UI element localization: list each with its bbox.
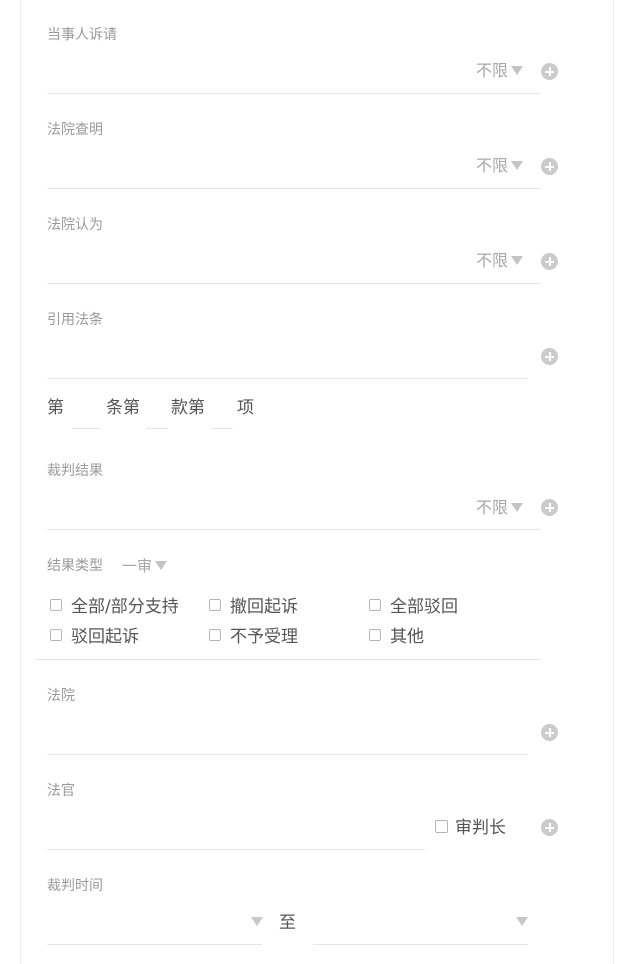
article-number-input[interactable] (72, 428, 100, 429)
trial-level-dropdown[interactable]: 一审 (122, 556, 168, 576)
presiding-judge-checkbox[interactable] (435, 820, 448, 833)
presiding-judge-label: 审判长 (455, 818, 506, 838)
item-number-input[interactable] (211, 428, 233, 429)
start-date-select[interactable] (47, 944, 262, 945)
court-label: 法院 (47, 688, 75, 704)
court-holds-dropdown[interactable]: 不限 (476, 251, 524, 271)
end-date-select[interactable] (313, 944, 528, 945)
option-checkbox[interactable] (50, 629, 62, 641)
cited-law-input[interactable] (47, 378, 528, 379)
clause-number-input[interactable] (146, 428, 168, 429)
judge-label: 法官 (47, 783, 75, 799)
option-checkbox[interactable] (209, 629, 221, 641)
chevron-down-icon (511, 256, 524, 265)
option-label-withdraw-suit: 撤回起诉 (230, 597, 298, 617)
add-condition-icon[interactable] (541, 819, 558, 836)
party-claims-input[interactable] (47, 93, 541, 94)
add-condition-icon[interactable] (541, 348, 558, 365)
chevron-down-icon[interactable] (516, 917, 528, 926)
judgment-result-label: 裁判结果 (47, 463, 103, 479)
court-finds-input[interactable] (47, 188, 541, 189)
chevron-down-icon[interactable] (251, 917, 263, 926)
option-label-dismiss-suit: 驳回起诉 (71, 627, 139, 647)
option-checkbox[interactable] (369, 599, 381, 611)
judgment-time-label: 裁判时间 (47, 878, 103, 894)
judgment-result-dropdown[interactable]: 不限 (476, 498, 524, 518)
chevron-down-icon (511, 503, 524, 512)
law-part-clause-prefix: 条第 (106, 398, 140, 418)
option-label-not-accepted: 不予受理 (230, 627, 298, 647)
result-type-label: 结果类型 (47, 558, 103, 574)
judge-input[interactable] (47, 849, 425, 850)
court-finds-dropdown[interactable]: 不限 (476, 156, 524, 176)
law-part-article-prefix: 第 (47, 398, 64, 418)
option-label-full-partial-support: 全部/部分支持 (71, 597, 179, 617)
court-holds-input[interactable] (47, 283, 541, 284)
party-claims-dropdown[interactable]: 不限 (476, 61, 524, 81)
search-form-panel (20, 0, 614, 964)
chevron-down-icon (511, 161, 524, 170)
chevron-down-icon (155, 561, 168, 570)
date-range-separator: 至 (279, 913, 296, 933)
party-claims-label: 当事人诉请 (47, 27, 117, 43)
court-finds-label: 法院查明 (47, 122, 103, 138)
law-part-item-prefix: 款第 (171, 398, 205, 418)
option-checkbox[interactable] (369, 629, 381, 641)
add-condition-icon[interactable] (541, 253, 558, 270)
option-checkbox[interactable] (209, 599, 221, 611)
option-label-fully-rejected: 全部驳回 (390, 597, 458, 617)
add-condition-icon[interactable] (541, 724, 558, 741)
law-part-item-suffix: 项 (237, 398, 254, 418)
add-condition-icon[interactable] (541, 499, 558, 516)
court-input[interactable] (47, 754, 528, 755)
judgment-result-input[interactable] (47, 529, 541, 530)
add-condition-icon[interactable] (541, 158, 558, 175)
cited-law-label: 引用法条 (47, 312, 103, 328)
court-holds-label: 法院认为 (47, 217, 103, 233)
option-checkbox[interactable] (50, 599, 62, 611)
section-divider (35, 659, 541, 660)
option-label-other: 其他 (390, 627, 424, 647)
add-condition-icon[interactable] (541, 63, 558, 80)
chevron-down-icon (511, 66, 524, 75)
